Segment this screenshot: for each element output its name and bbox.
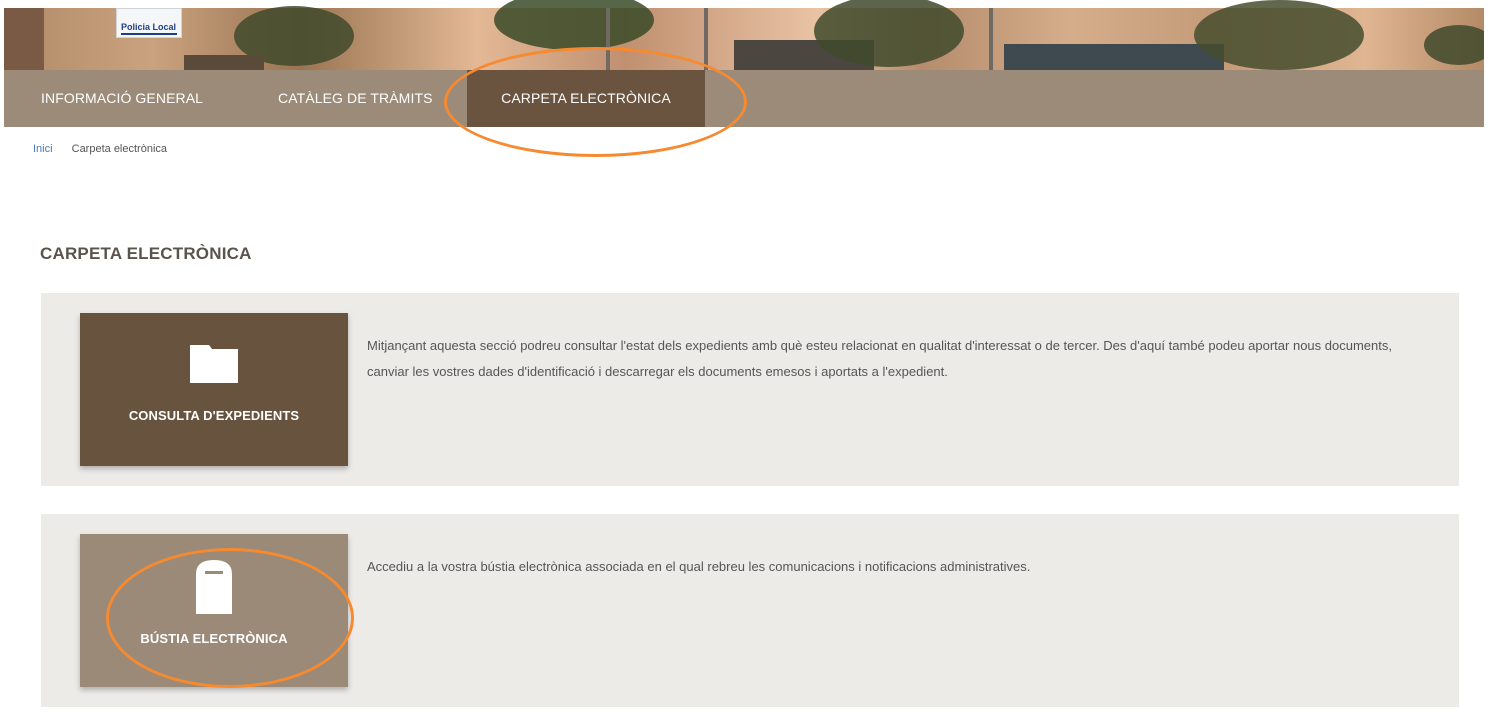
header-photo-banner: Policia Local bbox=[4, 0, 1484, 70]
nav-cataleg-de-tramits[interactable]: CATÀLEG DE TRÀMITS bbox=[278, 70, 433, 127]
consulta-expedients-button[interactable]: CONSULTA D'EXPEDIENTS bbox=[80, 313, 348, 466]
section-consulta-expedients: CONSULTA D'EXPEDIENTS Mitjançant aquesta… bbox=[41, 293, 1459, 486]
nav-carpeta-electronica[interactable]: CARPETA ELECTRÒNICA bbox=[467, 70, 705, 127]
bustia-electronica-label: BÚSTIA ELECTRÒNICA bbox=[140, 631, 288, 646]
consulta-expedients-label: CONSULTA D'EXPEDIENTS bbox=[128, 408, 300, 423]
sign-stripe bbox=[121, 33, 177, 35]
mailbox-icon bbox=[196, 560, 232, 614]
police-sign: Policia Local bbox=[116, 8, 182, 38]
bustia-electronica-button[interactable]: BÚSTIA ELECTRÒNICA bbox=[80, 534, 348, 687]
section-bustia-electronica: BÚSTIA ELECTRÒNICA Accediu a la vostra b… bbox=[41, 514, 1459, 707]
bustia-electronica-description: Accediu a la vostra bústia electrònica a… bbox=[367, 559, 1031, 574]
main-nav: INFORMACIÓ GENERAL CATÀLEG DE TRÀMITS CA… bbox=[4, 70, 1484, 127]
folder-icon bbox=[190, 345, 238, 383]
consulta-expedients-description: Mitjançant aquesta secció podreu consult… bbox=[367, 338, 1392, 379]
page: Policia Local INFORMACIÓ GENERAL CATÀLEG… bbox=[4, 0, 1484, 717]
page-title: CARPETA ELECTRÒNICA bbox=[40, 244, 252, 263]
breadcrumb-current: Carpeta electrònica bbox=[71, 143, 168, 155]
breadcrumb-home-link[interactable]: Inici bbox=[33, 143, 53, 155]
police-sign-text: Policia Local bbox=[121, 22, 177, 32]
breadcrumb: Inici Carpeta electrònica bbox=[33, 143, 167, 155]
nav-informacio-general[interactable]: INFORMACIÓ GENERAL bbox=[41, 70, 203, 127]
